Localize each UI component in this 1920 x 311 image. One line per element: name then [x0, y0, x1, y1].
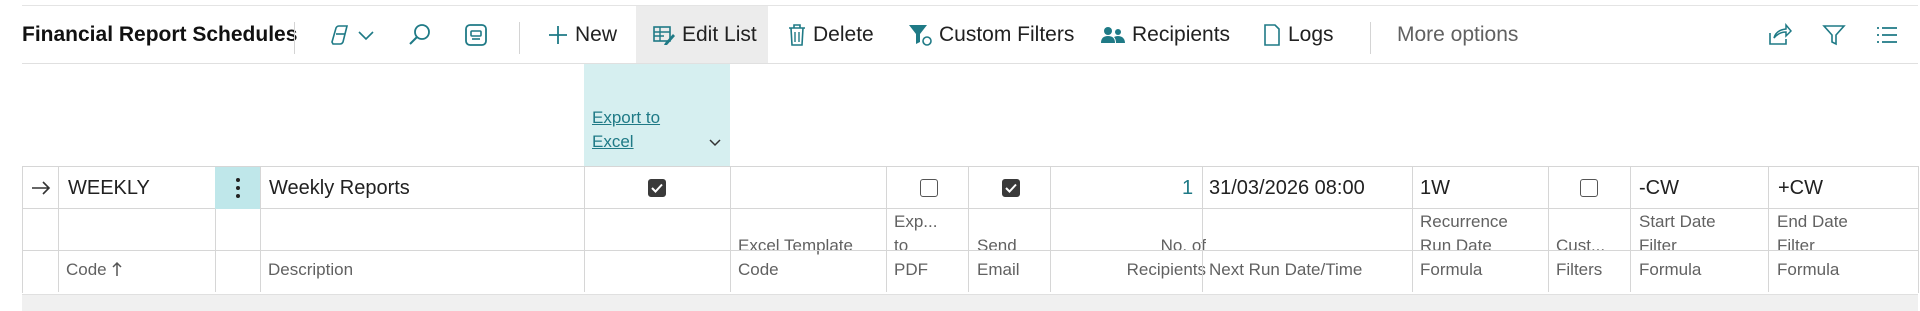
custom-filters-label: Custom Filters: [939, 22, 1075, 46]
column-header-export-to-excel-label: Export to Excel: [592, 106, 660, 154]
delete-button[interactable]: Delete: [787, 6, 874, 63]
row-end-date-filter[interactable]: +CW: [1778, 167, 1823, 209]
recipients-button[interactable]: Recipients: [1100, 6, 1230, 63]
row-actions-menu[interactable]: [215, 167, 260, 209]
action-bar: Financial Report Schedules New Edit List…: [22, 6, 1918, 64]
data-grid: Code Description Export to Excel Excel T…: [22, 64, 1919, 294]
checkmark-icon: [651, 183, 663, 193]
filter-icon: [1822, 24, 1846, 45]
row-export-to-pdf-checkbox[interactable]: [920, 167, 938, 209]
row-custom-filters-checkbox[interactable]: [1580, 167, 1598, 209]
list-icon: [1877, 26, 1897, 43]
column-divider: [1768, 166, 1769, 292]
column-divider: [1630, 166, 1631, 292]
share-icon: [1769, 22, 1792, 45]
plus-icon: [549, 25, 567, 44]
filter-settings-icon: [909, 24, 932, 46]
row-send-email-checkbox[interactable]: [1002, 167, 1020, 209]
people-icon: [1101, 26, 1125, 43]
toolbar-divider: [294, 22, 295, 54]
page-title: Financial Report Schedules: [22, 22, 298, 46]
chevron-down-icon: [358, 30, 374, 40]
search-icon: [409, 23, 430, 45]
list-view-button[interactable]: [1875, 6, 1899, 63]
delete-label: Delete: [813, 22, 874, 46]
checkbox-checked: [648, 179, 666, 197]
custom-filters-button[interactable]: Custom Filters: [907, 6, 1074, 63]
column-divider: [1548, 166, 1549, 292]
column-divider: [260, 166, 261, 292]
new-label: New: [575, 22, 618, 46]
row-code[interactable]: WEEKLY: [68, 167, 150, 209]
filter-pane-button[interactable]: [1822, 6, 1846, 63]
column-divider: [886, 166, 887, 292]
copilot-icon: [331, 24, 349, 45]
checkbox-unchecked: [1580, 179, 1598, 197]
toolbar-divider: [1370, 22, 1371, 54]
edit-list-label: Edit List: [682, 22, 757, 46]
column-divider: [730, 166, 731, 292]
grid-footer: [22, 294, 1918, 311]
logs-button[interactable]: Logs: [1262, 6, 1334, 63]
row-export-to-excel-checkbox[interactable]: [648, 167, 666, 209]
share-button[interactable]: [1766, 6, 1792, 63]
toolbar-divider: [519, 22, 520, 54]
row-recurrence-formula[interactable]: 1W: [1420, 167, 1450, 209]
analysis-icon: [465, 23, 487, 46]
new-button[interactable]: New: [547, 6, 617, 63]
checkbox-unchecked: [920, 179, 938, 197]
search-button[interactable]: [407, 6, 433, 63]
trash-icon: [789, 23, 805, 46]
row-divider: [22, 250, 1918, 251]
column-header-export-to-excel[interactable]: Export to Excel: [584, 64, 730, 166]
current-row-indicator: [30, 167, 52, 209]
row-start-date-filter[interactable]: -CW: [1639, 167, 1679, 209]
column-divider: [968, 166, 969, 292]
edit-list-button[interactable]: Edit List: [652, 6, 757, 63]
more-vertical-icon: [235, 178, 240, 198]
checkbox-checked: [1002, 179, 1020, 197]
header-line: Excel: [592, 132, 634, 151]
column-divider: [1050, 166, 1051, 292]
copilot-menu-button[interactable]: [327, 6, 375, 63]
recipients-label: Recipients: [1132, 22, 1231, 46]
row-no-of-recipients-link[interactable]: 1: [1182, 167, 1193, 209]
document-icon: [1264, 23, 1280, 46]
analysis-mode-button[interactable]: [463, 6, 489, 63]
header-line: Export to: [592, 108, 661, 127]
edit-list-icon: [653, 25, 675, 45]
more-options-button[interactable]: More options: [1397, 6, 1518, 63]
arrow-right-icon: [32, 181, 51, 195]
row-description[interactable]: Weekly Reports: [269, 167, 410, 209]
column-divider: [1202, 166, 1203, 292]
checkmark-icon: [1005, 183, 1017, 193]
column-divider: [1412, 166, 1413, 292]
chevron-down-icon[interactable]: [708, 138, 722, 148]
row-next-run[interactable]: 31/03/2026 08:00: [1209, 167, 1365, 209]
logs-label: Logs: [1288, 22, 1334, 46]
column-divider: [584, 166, 585, 292]
column-divider: [58, 166, 59, 292]
